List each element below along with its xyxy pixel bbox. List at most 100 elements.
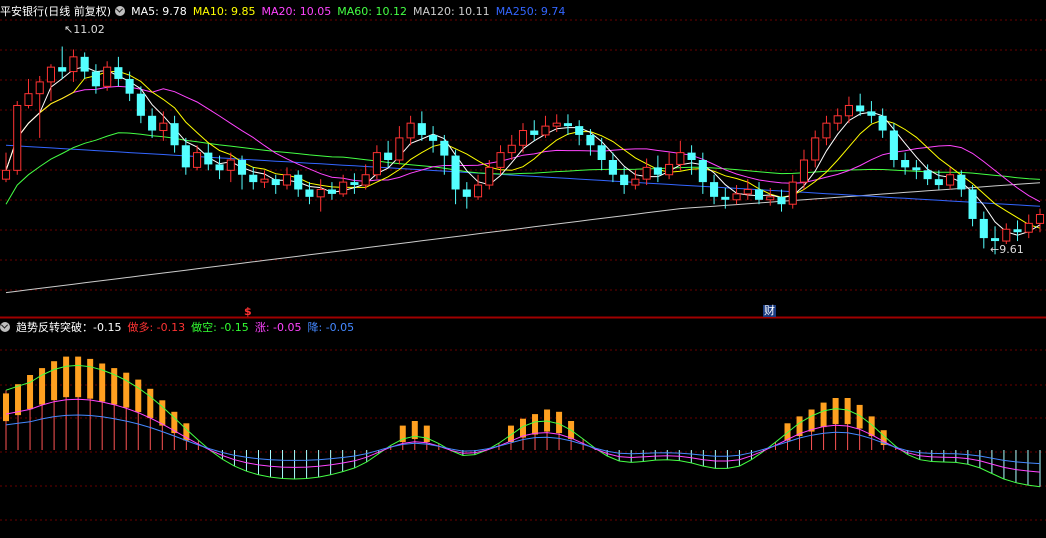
candle-body-down <box>901 160 910 168</box>
indicator-dropdown-icon[interactable] <box>0 322 10 332</box>
indicator-orange-bar <box>556 411 563 434</box>
indicator-orange-bar <box>820 402 827 428</box>
candle-body-down <box>80 56 89 72</box>
ma60-label: MA60: 10.12 <box>337 5 407 18</box>
candle-body-down <box>181 145 190 168</box>
candle-body-down <box>91 71 100 87</box>
candle-body-up <box>260 178 269 183</box>
candle-body-down <box>327 189 336 194</box>
candlestick-chart[interactable] <box>0 0 1046 538</box>
candle-body-up <box>631 178 640 186</box>
rise-value: -0.05 <box>273 321 302 334</box>
candle-body-up <box>1 169 11 180</box>
candle-body-down <box>721 196 730 200</box>
candle-body-down <box>429 134 438 141</box>
candle-body-down <box>856 105 865 112</box>
candle-body-up <box>1024 222 1033 233</box>
indicator-orange-bar <box>423 425 430 443</box>
fall-value: -0.05 <box>325 321 355 334</box>
candle-body-up <box>665 163 674 176</box>
main-chart-header: 平安银行(日线 前复权) MA5: 9.78 MA10: 9.85 MA20: 10.… <box>0 4 571 20</box>
candle-body-down <box>1013 229 1022 233</box>
candle-body-down <box>889 130 898 160</box>
fall-label: 降 <box>307 321 319 334</box>
candle-body-up <box>822 122 831 139</box>
long-value: -0.13 <box>156 321 186 334</box>
ma10-label: MA10: 9.85 <box>192 5 256 18</box>
candle-body-down <box>563 123 573 127</box>
candle-body-up <box>743 188 752 195</box>
indicator-orange-bar <box>51 361 58 401</box>
candle-body-down <box>440 140 449 156</box>
candle-body-down <box>575 126 584 135</box>
ma120-label: MA120: 10.11 <box>412 5 490 18</box>
candle-body-down <box>462 189 471 197</box>
ma20-label: MA20: 10.05 <box>261 5 332 18</box>
candle-body-up <box>799 159 809 183</box>
indicator-orange-bar <box>63 356 70 398</box>
candle-body-up <box>406 122 415 139</box>
candle-body-down <box>58 67 67 72</box>
candle-body-up <box>473 184 483 198</box>
candle-body-up <box>485 166 494 186</box>
candle-body-down <box>957 174 966 190</box>
candle-body-down <box>754 189 764 200</box>
stock-title: 平安银行(日线 前复权) <box>0 5 112 18</box>
candle-body-down <box>979 218 988 239</box>
dividend-marker[interactable]: $ <box>244 306 252 318</box>
ma5-label: MA5: 9.78 <box>131 5 187 18</box>
candle-body-down <box>215 164 224 171</box>
candle-body-up <box>282 174 292 186</box>
candle-body-down <box>384 152 393 160</box>
indicator-orange-bar <box>3 393 9 422</box>
candle-body-down <box>698 160 707 183</box>
candle-body-down <box>867 111 876 116</box>
candle-body-down <box>417 123 426 135</box>
candle-body-up <box>193 152 202 168</box>
finance-report-marker[interactable]: 财 <box>763 305 776 317</box>
candle-body-down <box>990 238 1000 242</box>
candle-body-up <box>35 81 44 95</box>
short-label: 做空 <box>191 321 214 334</box>
candle-body-up <box>316 188 325 198</box>
candle-body-down <box>912 167 921 171</box>
stock-chart-window: 平安银行(日线 前复权) MA5: 9.78 MA10: 9.85 MA20: 10.… <box>0 0 1046 538</box>
candle-body-up <box>811 137 820 161</box>
candle-body-up <box>518 130 528 146</box>
candle-body-up <box>946 174 955 186</box>
candle-body-up <box>833 115 842 124</box>
candle-body-down <box>687 152 696 160</box>
indicator-orange-bar <box>147 388 154 419</box>
indicator-orange-bar <box>15 384 22 416</box>
candle-body-down <box>530 130 539 135</box>
rise-label: 涨 <box>254 321 266 334</box>
short-value: -0.15 <box>220 321 249 334</box>
indicator-name: 趋势反转突破： <box>16 321 93 334</box>
candle-body-up <box>732 193 741 201</box>
candle-body-down <box>294 174 303 190</box>
low-price-value: 9.61 <box>999 243 1024 256</box>
candle-body-up <box>541 125 550 136</box>
indicator-orange-bar <box>532 414 539 435</box>
candle-body-up <box>507 144 516 154</box>
candle-body-up <box>676 152 685 165</box>
candle-body-down <box>934 179 943 186</box>
candle-body-down <box>170 123 179 146</box>
candle-body-down <box>777 196 786 205</box>
candle-body-down <box>586 134 595 146</box>
indicator-header: 趋势反转突破：-0.15 做多: -0.13 做空: -0.15 涨: -0.05 降:… <box>0 320 360 336</box>
indicator-value: -0.15 <box>93 321 122 334</box>
candle-body-up <box>372 152 381 176</box>
indicator-orange-bar <box>27 375 34 410</box>
indicator-orange-bar <box>123 372 130 408</box>
candle-body-up <box>766 196 775 201</box>
candle-body-down <box>237 160 247 175</box>
candle-body-up <box>103 66 112 87</box>
candle-body-up <box>13 104 22 171</box>
candle-body-down <box>136 93 145 116</box>
settings-dropdown-icon[interactable] <box>115 6 126 16</box>
long-line <box>5 364 1041 488</box>
candle-body-up <box>69 56 78 73</box>
candle-body-up <box>46 66 56 83</box>
candle-body-up <box>642 166 651 180</box>
